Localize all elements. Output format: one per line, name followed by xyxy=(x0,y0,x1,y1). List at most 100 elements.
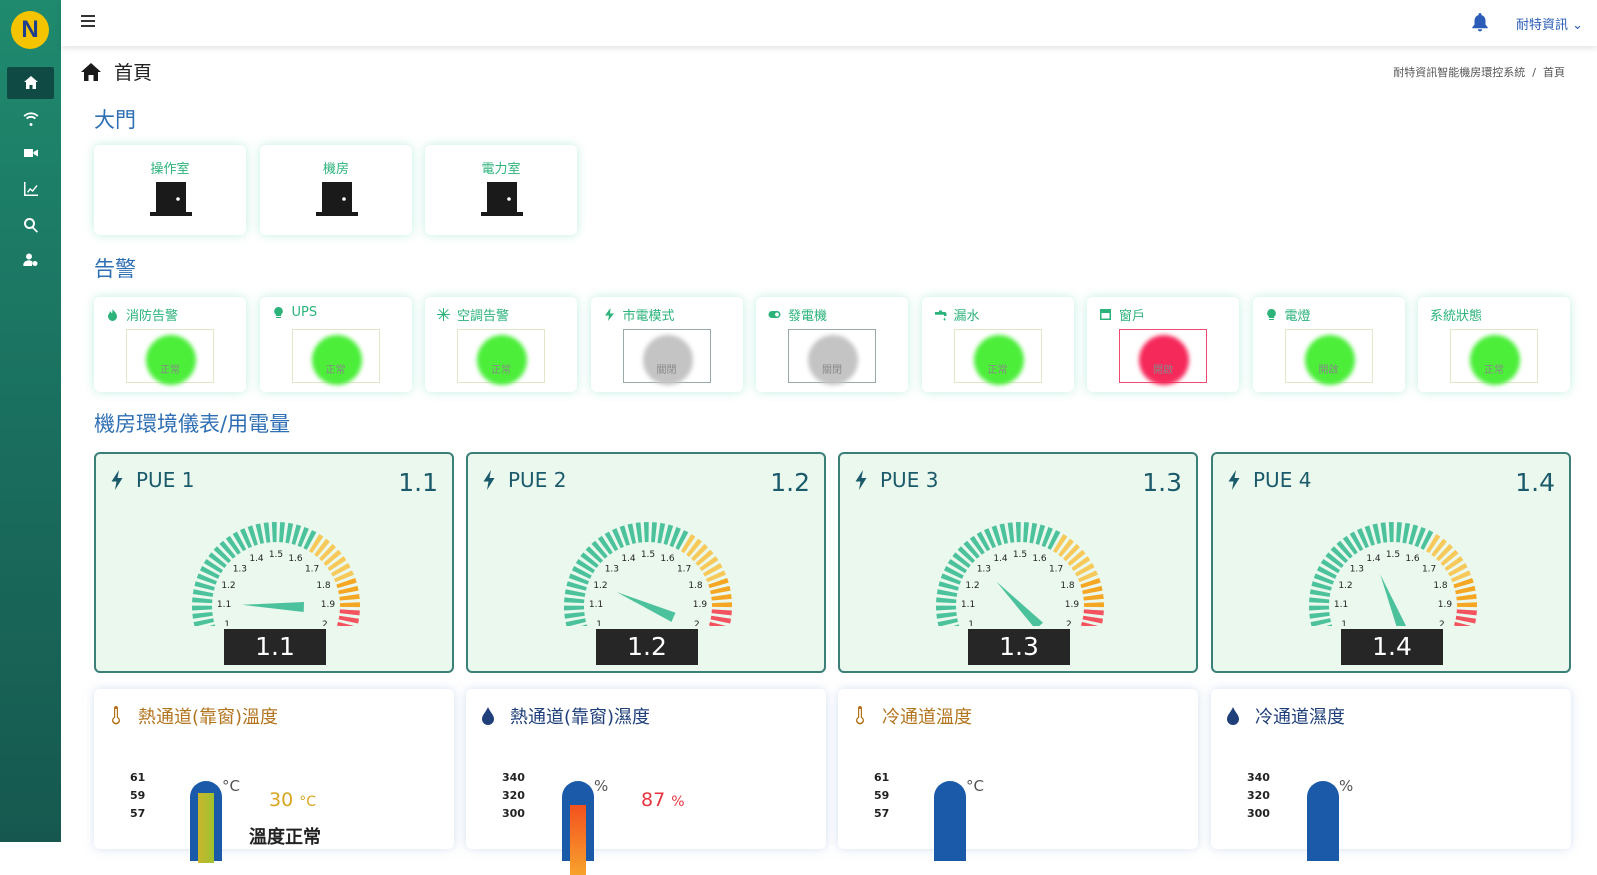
gauge-tick-label: 1.9 xyxy=(1065,600,1080,610)
gauge-segment xyxy=(999,523,1009,544)
status-light xyxy=(973,335,1024,385)
gauge-segment xyxy=(711,609,732,616)
alarm-card[interactable]: 市電模式 關閉 xyxy=(590,297,743,392)
logo-letter: N xyxy=(21,16,39,43)
alarm-status-box: 關閉 xyxy=(788,329,876,385)
gauge-segment xyxy=(255,523,265,544)
gauge-tick-label: 1.8 xyxy=(688,581,703,591)
section-title-alarms: 告警 xyxy=(94,257,136,281)
gauge-segment xyxy=(1309,597,1330,604)
gauge-tick-label: 1.2 xyxy=(221,581,235,591)
alarm-status-box: 開啟 xyxy=(1119,329,1207,385)
gauge-segment xyxy=(937,618,958,626)
pue-card[interactable]: PUE 4 1.4 1 1.1 1.2 1.3 1.4 1.5 1.6 1.7 1.8 1.9 2 … xyxy=(1211,452,1571,673)
pue-card[interactable]: PUE 1 1.1 1 1.1 1.2 1.3 1.4 1.5 1.6 1.7 1.8 1.9 2 … xyxy=(94,452,454,673)
door-card[interactable]: 機房 xyxy=(260,145,412,235)
alarm-card[interactable]: 窗戶 開啟 xyxy=(1087,297,1239,392)
alarm-card[interactable]: 電燈 開啟 xyxy=(1252,297,1405,392)
tube-fill xyxy=(570,805,586,875)
env-card[interactable]: 熱通道(靠窗)濕度 340 320 300 % 87 % xyxy=(466,689,826,875)
door-card[interactable]: 電力室 xyxy=(425,145,577,235)
water-drop-icon xyxy=(482,707,494,725)
nav-home[interactable] xyxy=(7,67,54,99)
pue-card[interactable]: PUE 3 1.3 1 1.1 1.2 1.3 1.4 1.5 1.6 1.7 1.8 1.9 2 … xyxy=(838,452,1198,673)
user-menu[interactable]: 耐特資訊 ⌄ xyxy=(1516,14,1583,33)
gauge-segment xyxy=(1455,615,1477,624)
gauge-tick-label: 1.1 xyxy=(589,600,603,610)
door-card[interactable]: 操作室 xyxy=(94,145,246,235)
env-card[interactable]: 冷通道濕度 340 320 300 % xyxy=(1211,689,1571,861)
tube-unit: % xyxy=(594,777,609,795)
bolt-icon xyxy=(1228,470,1240,490)
gauge-tick-label: 1.7 xyxy=(1049,565,1063,575)
env-card[interactable]: 冷通道溫度 61 59 57 °C xyxy=(838,689,1198,861)
scale-label: 57 xyxy=(874,807,890,820)
env-reading-value: 30 xyxy=(269,789,294,811)
gauge-segment xyxy=(338,615,360,624)
gauge-tick-label: 1.2 xyxy=(1338,581,1352,591)
alarm-card[interactable]: 漏水 正常 xyxy=(921,297,1074,392)
alarm-label: 窗戶 xyxy=(1119,309,1146,324)
app-logo[interactable]: N xyxy=(11,11,49,49)
home-icon xyxy=(81,62,101,81)
gauge-segment xyxy=(564,605,585,611)
pue-gauge: 1 1.1 1.2 1.31.4 1.5 1.61.7 1.8 1.9 2 xyxy=(564,522,732,626)
gauge-needle xyxy=(1380,574,1407,626)
alarm-header: 市電模式 xyxy=(603,305,675,324)
alarm-card[interactable]: 系統狀態 正常 xyxy=(1418,297,1570,392)
bolt-icon xyxy=(604,308,614,321)
gauge-segment xyxy=(1456,602,1477,608)
gauge-segment xyxy=(657,522,666,544)
gauge-segment xyxy=(564,612,585,619)
alarm-card[interactable]: 發電機 關閉 xyxy=(756,297,908,392)
bell-icon[interactable] xyxy=(1471,12,1489,32)
env-card[interactable]: 熱通道(靠窗)溫度 61 59 57 °C 30 °C 溫度正常 xyxy=(94,689,454,863)
gauge-segment xyxy=(263,522,271,543)
fire-icon xyxy=(108,309,117,321)
gauge-segment xyxy=(1309,612,1330,619)
alarm-label: 消防告警 xyxy=(126,309,179,324)
alarm-status: 開啟 xyxy=(1318,365,1339,376)
gauge-segment xyxy=(643,522,649,543)
gauge-segment xyxy=(711,602,732,608)
thermometer-icon xyxy=(112,706,120,725)
tube-unit: °C xyxy=(222,777,240,795)
alarm-card[interactable]: 消防告警 正常 xyxy=(94,297,246,392)
nav-chart[interactable] xyxy=(7,173,54,205)
gauge-segment xyxy=(1083,609,1104,616)
gauge-segment xyxy=(1455,585,1476,595)
nav-user-settings[interactable] xyxy=(7,244,54,276)
alarm-card[interactable]: 空調告警 正常 xyxy=(425,297,577,392)
gauge-tick-label: 1.1 xyxy=(217,600,231,610)
gauge-segment xyxy=(279,522,285,543)
env-label: 熱通道(靠窗)溫度 xyxy=(138,707,279,728)
gauge-segment xyxy=(1456,609,1477,616)
alarm-label: 電燈 xyxy=(1284,309,1311,324)
gauge-segment xyxy=(1309,589,1331,597)
gauge-segment xyxy=(1372,523,1382,544)
door-icon xyxy=(481,182,523,216)
alarm-card[interactable]: UPS 正常 xyxy=(259,297,412,392)
env-reading: 30 °C xyxy=(269,789,316,811)
video-camera-icon xyxy=(23,149,38,157)
user-gear-icon xyxy=(22,253,38,266)
pue-label: PUE 1 xyxy=(136,468,195,492)
gauge-tick-label: 1.6 xyxy=(660,554,675,564)
gauge-segment xyxy=(192,589,214,597)
gauge-segment xyxy=(710,615,732,624)
nav-network[interactable] xyxy=(7,102,54,134)
thermometer-tube xyxy=(190,781,222,863)
nav-video[interactable] xyxy=(7,137,54,169)
status-light xyxy=(1470,335,1520,385)
pue-label: PUE 3 xyxy=(880,468,939,492)
home-icon xyxy=(23,76,38,89)
gauge-tick-label: 2 xyxy=(322,620,328,626)
gauge-tick-label: 1.3 xyxy=(1350,565,1364,575)
gauge-segment xyxy=(1029,522,1038,544)
nav-search[interactable] xyxy=(7,209,54,241)
alarm-header: UPS xyxy=(272,305,317,320)
pue-card[interactable]: PUE 2 1.2 1 1.1 1.2 1.3 1.4 1.5 1.6 1.7 1.8 1.9 2 … xyxy=(466,452,826,673)
menu-toggle-icon[interactable] xyxy=(81,15,95,29)
breadcrumb-root[interactable]: 耐特資訊智能機房環控系統 xyxy=(1393,66,1525,79)
env-label: 熱通道(靠窗)濕度 xyxy=(510,707,651,728)
